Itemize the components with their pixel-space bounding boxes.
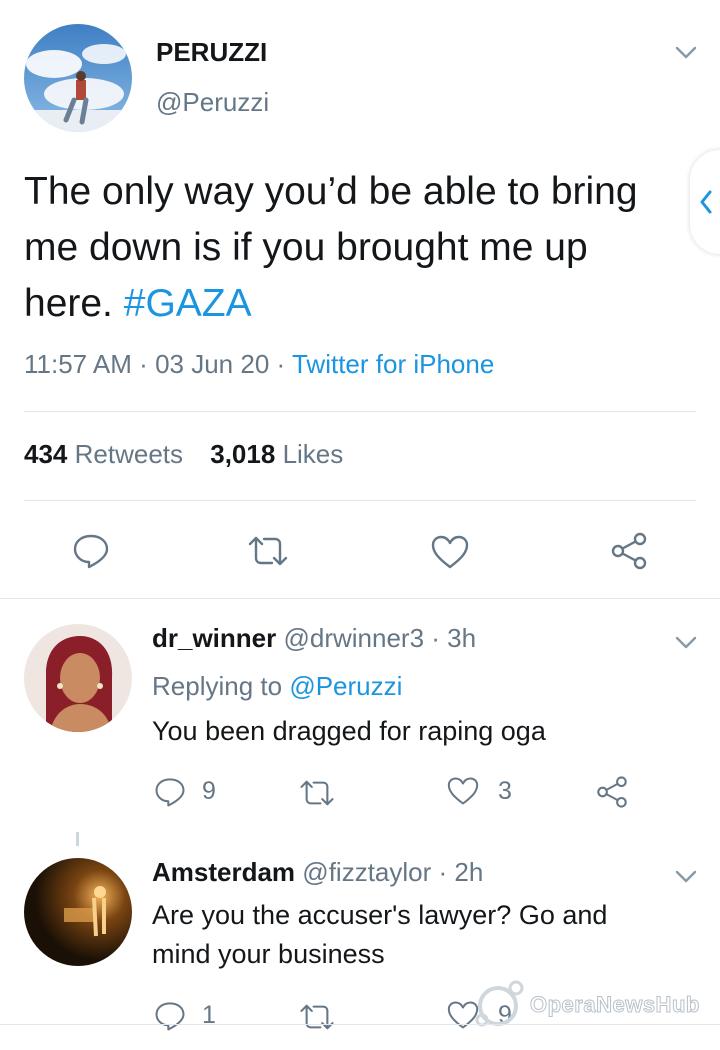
- meta-separator: ·: [276, 349, 286, 379]
- replying-to-handle-link[interactable]: @Peruzzi: [289, 671, 402, 701]
- reply-icon: [154, 1000, 186, 1032]
- reply-header: dr_winner @drwinner3 · 3h: [152, 620, 476, 656]
- reply-author-name[interactable]: dr_winner: [152, 623, 276, 653]
- retweet-icon[interactable]: [298, 778, 336, 808]
- reply-handle-time[interactable]: @fizztaylor · 2h: [302, 857, 483, 887]
- likes-label: Likes: [282, 439, 344, 469]
- divider: [24, 411, 696, 412]
- retweet-icon[interactable]: [246, 534, 290, 568]
- reply-count: 1: [202, 1001, 216, 1029]
- divider: [0, 1024, 720, 1025]
- author-handle[interactable]: @Peruzzi: [156, 86, 269, 118]
- thread-connector: [76, 832, 79, 846]
- share-icon[interactable]: [594, 774, 630, 810]
- author-avatar[interactable]: [24, 24, 132, 132]
- retweet-icon[interactable]: [298, 1002, 336, 1032]
- reply-icon[interactable]: [72, 532, 110, 570]
- replying-to: Replying to @Peruzzi: [152, 668, 402, 704]
- tweet-meta: 11:57 AM · 03 Jun 20 · Twitter for iPhon…: [24, 346, 494, 382]
- reply-text: You been dragged for raping oga: [152, 716, 546, 746]
- share-icon[interactable]: [608, 530, 650, 572]
- opera-news-logo-icon: [472, 980, 528, 1028]
- tweet-body: The only way you’d be able to bring me d…: [24, 170, 638, 325]
- tweet-stats: 434 Retweets 3,018 Likes: [24, 436, 343, 472]
- watermark-text: OperaNewsHub: [530, 992, 700, 1018]
- retweets-label: Retweets: [74, 439, 184, 469]
- hashtag-link[interactable]: #GAZA: [124, 282, 252, 325]
- tweet-text: The only way you’d be able to bring me d…: [24, 164, 676, 332]
- reply-menu-chevron-icon[interactable]: [670, 630, 702, 654]
- like-count: 3: [498, 777, 512, 805]
- meta-separator: ·: [139, 349, 148, 379]
- tweet-time[interactable]: 11:57 AM: [24, 349, 132, 379]
- reply-avatar[interactable]: [24, 858, 132, 966]
- likes-count: 3,018: [210, 439, 276, 469]
- tweet-source-link[interactable]: Twitter for iPhone: [292, 349, 494, 379]
- reply-menu-chevron-icon[interactable]: [670, 864, 702, 888]
- tweet-menu-chevron-icon[interactable]: [670, 40, 702, 64]
- author-name[interactable]: PERUZZI: [156, 36, 267, 68]
- like-icon[interactable]: [430, 534, 470, 570]
- reply-text: Are you the accuser's lawyer? Go and min…: [152, 900, 608, 969]
- likes-stat[interactable]: 3,018 Likes: [210, 439, 343, 469]
- chevron-left-icon: [698, 188, 714, 216]
- tweet-date[interactable]: 03 Jun 20: [155, 349, 269, 379]
- reply-header: Amsterdam @fizztaylor · 2h: [152, 854, 483, 890]
- reply-count: 9: [202, 777, 216, 805]
- reply-avatar[interactable]: [24, 624, 132, 732]
- reply-handle-time[interactable]: @drwinner3 · 3h: [283, 623, 476, 653]
- divider: [24, 500, 696, 501]
- side-panel-handle[interactable]: [690, 150, 720, 254]
- retweets-count: 434: [24, 439, 68, 469]
- reply-icon: [154, 776, 186, 808]
- replying-prefix: Replying to: [152, 671, 283, 701]
- like-icon: [446, 776, 480, 806]
- reply-author-name[interactable]: Amsterdam: [152, 857, 295, 887]
- divider: [0, 598, 720, 599]
- retweets-stat[interactable]: 434 Retweets: [24, 439, 190, 469]
